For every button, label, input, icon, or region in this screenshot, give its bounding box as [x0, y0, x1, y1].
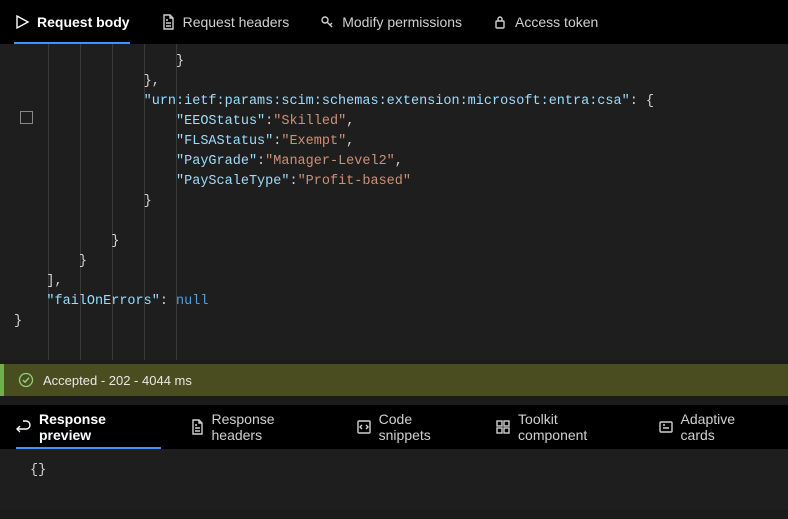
lock-icon: [492, 14, 508, 30]
code-content: } }, "urn:ietf:params:scim:schemas:exten…: [0, 52, 788, 332]
run-icon: [14, 14, 30, 30]
document-icon: [189, 419, 205, 435]
key-icon: [319, 14, 335, 30]
tab-label: Adaptive cards: [681, 411, 772, 443]
response-body[interactable]: {}: [0, 449, 788, 509]
component-icon: [495, 419, 511, 435]
request-body-editor[interactable]: } }, "urn:ietf:params:scim:schemas:exten…: [0, 44, 788, 360]
tab-label: Response preview: [39, 411, 161, 443]
tab-label: Code snippets: [379, 411, 467, 443]
card-icon: [658, 419, 674, 435]
code-icon: [356, 419, 372, 435]
tab-response-headers[interactable]: Response headers: [189, 405, 328, 449]
tab-label: Access token: [515, 14, 598, 30]
tab-toolkit-component[interactable]: Toolkit component: [495, 405, 630, 449]
tab-label: Response headers: [212, 411, 328, 443]
response-tabbar: Response preview Response headers Code s…: [0, 405, 788, 449]
undo-icon: [16, 419, 32, 435]
tab-code-snippets[interactable]: Code snippets: [356, 405, 467, 449]
tab-request-headers[interactable]: Request headers: [160, 0, 290, 44]
tab-modify-permissions[interactable]: Modify permissions: [319, 0, 462, 44]
tab-label: Toolkit component: [518, 411, 630, 443]
tab-request-body[interactable]: Request body: [14, 0, 130, 44]
tab-response-preview[interactable]: Response preview: [16, 405, 161, 449]
document-icon: [160, 14, 176, 30]
tab-label: Request headers: [183, 14, 290, 30]
tab-access-token[interactable]: Access token: [492, 0, 598, 44]
status-bar: Accepted - 202 - 4044 ms: [0, 364, 788, 396]
status-text: Accepted - 202 - 4044 ms: [43, 373, 192, 388]
tab-label: Modify permissions: [342, 14, 462, 30]
tab-adaptive-cards[interactable]: Adaptive cards: [658, 405, 772, 449]
tab-label: Request body: [37, 14, 130, 30]
request-tabbar: Request body Request headers Modify perm…: [0, 0, 788, 44]
check-icon: [18, 372, 34, 388]
response-body-text: {}: [30, 463, 46, 478]
